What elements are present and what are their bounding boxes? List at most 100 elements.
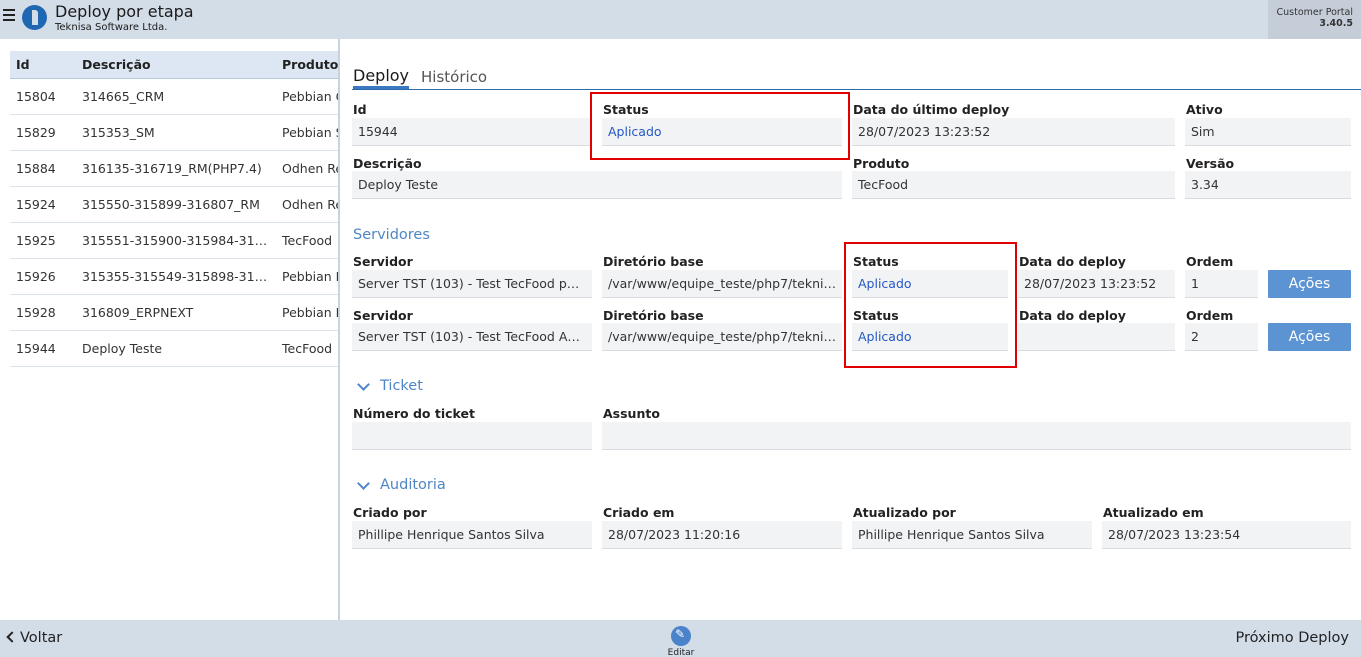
created-by-field: Phillipe Henrique Santos Silva: [352, 521, 592, 549]
pencil-icon: [671, 626, 691, 646]
deploy-date-label: Data do deploy: [1019, 308, 1126, 323]
product-field: TecFood: [852, 171, 1175, 199]
deploy-date-field: 28/07/2023 13:23:52: [1018, 270, 1175, 298]
tab-historico[interactable]: Histórico: [421, 68, 487, 86]
active-label: Ativo: [1186, 102, 1223, 117]
row-id: 15804: [16, 89, 56, 104]
base-dir-label: Diretório base: [603, 254, 704, 269]
row-product: TecFood: [282, 341, 333, 356]
list-row[interactable]: 15924 315550-315899-316807_RM Odhen Re: [10, 187, 340, 223]
portal-name: Customer Portal: [1276, 7, 1353, 18]
row-id: 15924: [16, 197, 56, 212]
row-id: 15925: [16, 233, 56, 248]
updated-at-field: 28/07/2023 13:23:54: [1102, 521, 1351, 549]
portal-info: Customer Portal 3.40.5: [1268, 0, 1361, 39]
id-field: 15944: [352, 118, 592, 146]
row-product: Odhen Re: [282, 161, 340, 176]
ticket-number-field: [352, 422, 592, 450]
deploy-date-label: Data do deploy: [1019, 254, 1126, 269]
edit-label: Editar: [667, 648, 695, 657]
subject-label: Assunto: [603, 406, 660, 421]
list-row[interactable]: 15925 315551-315900-315984-3168... TecFo…: [10, 223, 338, 259]
menu-icon[interactable]: [3, 9, 16, 25]
tab-underline: [352, 89, 1361, 90]
column-header-description[interactable]: Descrição: [82, 57, 151, 72]
chevron-down-icon: [357, 477, 370, 490]
list-row[interactable]: 15804 314665_CRM Pebbian C: [10, 79, 340, 115]
chevron-left-icon: [6, 631, 18, 643]
subject-field: [602, 422, 1351, 450]
row-description: 315551-315900-315984-3168...: [82, 233, 272, 248]
list-header: Id Descrição Produto: [10, 51, 338, 79]
top-bar: Deploy por etapa Teknisa Software Ltda. …: [0, 0, 1361, 39]
company-name: Teknisa Software Ltda.: [55, 22, 168, 33]
row-id: 15944: [16, 341, 56, 356]
version-field: 3.34: [1185, 171, 1351, 199]
row-product: Pebbian E: [282, 305, 340, 320]
row-description: 316135-316719_RM(PHP7.4): [82, 161, 262, 176]
list-row[interactable]: 15928 316809_ERPNEXT Pebbian E: [10, 295, 340, 331]
server-label: Servidor: [353, 254, 413, 269]
row-description: 314665_CRM: [82, 89, 165, 104]
row-product: Pebbian E: [282, 269, 340, 284]
row-id: 15928: [16, 305, 56, 320]
active-field: Sim: [1185, 118, 1351, 146]
column-header-id[interactable]: Id: [16, 57, 30, 72]
created-at-field: 28/07/2023 11:20:16: [602, 521, 842, 549]
server-field: Server TST (103) - Test TecFood Auto...: [352, 323, 592, 351]
back-button[interactable]: Voltar: [6, 630, 63, 646]
section-servidores: Servidores: [353, 227, 430, 243]
created-by-label: Criado por: [353, 505, 427, 520]
last-deploy-label: Data do último deploy: [853, 102, 1010, 117]
ticket-number-label: Número do ticket: [353, 406, 475, 421]
row-description: Deploy Teste: [82, 341, 163, 356]
row-product: Odhen Re: [282, 197, 340, 212]
section-auditoria[interactable]: Auditoria: [353, 477, 446, 493]
row-description: 315353_SM: [82, 125, 155, 140]
base-dir-field: /var/www/equipe_teste/php7/teknis...: [602, 270, 842, 298]
list-row[interactable]: 15926 315355-315549-315898-3168... Pebbi…: [10, 259, 340, 295]
deploy-list-pane: Id Descrição Produto 15804 314665_CRM Pe…: [0, 39, 340, 620]
section-ticket[interactable]: Ticket: [353, 378, 423, 394]
page-title: Deploy por etapa: [55, 2, 194, 21]
row-product: Pebbian C: [282, 89, 340, 104]
list-row[interactable]: 15829 315353_SM Pebbian S: [10, 115, 340, 151]
order-field: 2: [1185, 323, 1258, 351]
section-ticket-label: Ticket: [380, 378, 423, 394]
updated-by-field: Phillipe Henrique Santos Silva: [852, 521, 1092, 549]
actions-button[interactable]: Ações: [1268, 270, 1351, 298]
column-header-product[interactable]: Produto: [282, 57, 338, 72]
chevron-down-icon: [357, 378, 370, 391]
list-row-selected[interactable]: 15944 Deploy Teste TecFood: [10, 331, 338, 367]
section-auditoria-label: Auditoria: [380, 477, 446, 493]
last-deploy-field: 28/07/2023 13:23:52: [852, 118, 1175, 146]
row-id: 15829: [16, 125, 56, 140]
highlight-box: [590, 92, 850, 160]
server-field: Server TST (103) - Test TecFood php7 ...: [352, 270, 592, 298]
updated-by-label: Atualizado por: [853, 505, 956, 520]
next-deploy-button[interactable]: Próximo Deploy: [1235, 630, 1349, 646]
description-field: Deploy Teste: [352, 171, 842, 199]
version-label: Versão: [1186, 156, 1235, 171]
actions-button[interactable]: Ações: [1268, 323, 1351, 351]
teknisa-logo: [22, 5, 47, 30]
order-field: 1: [1185, 270, 1258, 298]
row-description: 316809_ERPNEXT: [82, 305, 194, 320]
list-row[interactable]: 15884 316135-316719_RM(PHP7.4) Odhen Re: [10, 151, 340, 187]
base-dir-label: Diretório base: [603, 308, 704, 323]
back-label: Voltar: [20, 630, 63, 646]
row-product: TecFood: [282, 233, 333, 248]
deploy-date-field: [1018, 323, 1175, 351]
product-label: Produto: [853, 156, 910, 171]
created-at-label: Criado em: [603, 505, 675, 520]
row-id: 15884: [16, 161, 56, 176]
order-label: Ordem: [1186, 254, 1234, 269]
edit-button[interactable]: Editar: [661, 626, 701, 657]
row-product: Pebbian S: [282, 125, 340, 140]
portal-version: 3.40.5: [1319, 18, 1353, 29]
highlight-box: [844, 242, 1017, 368]
tab-deploy[interactable]: Deploy: [353, 66, 410, 89]
row-description: 315355-315549-315898-3168...: [82, 269, 272, 284]
id-label: Id: [353, 102, 367, 117]
server-label: Servidor: [353, 308, 413, 323]
